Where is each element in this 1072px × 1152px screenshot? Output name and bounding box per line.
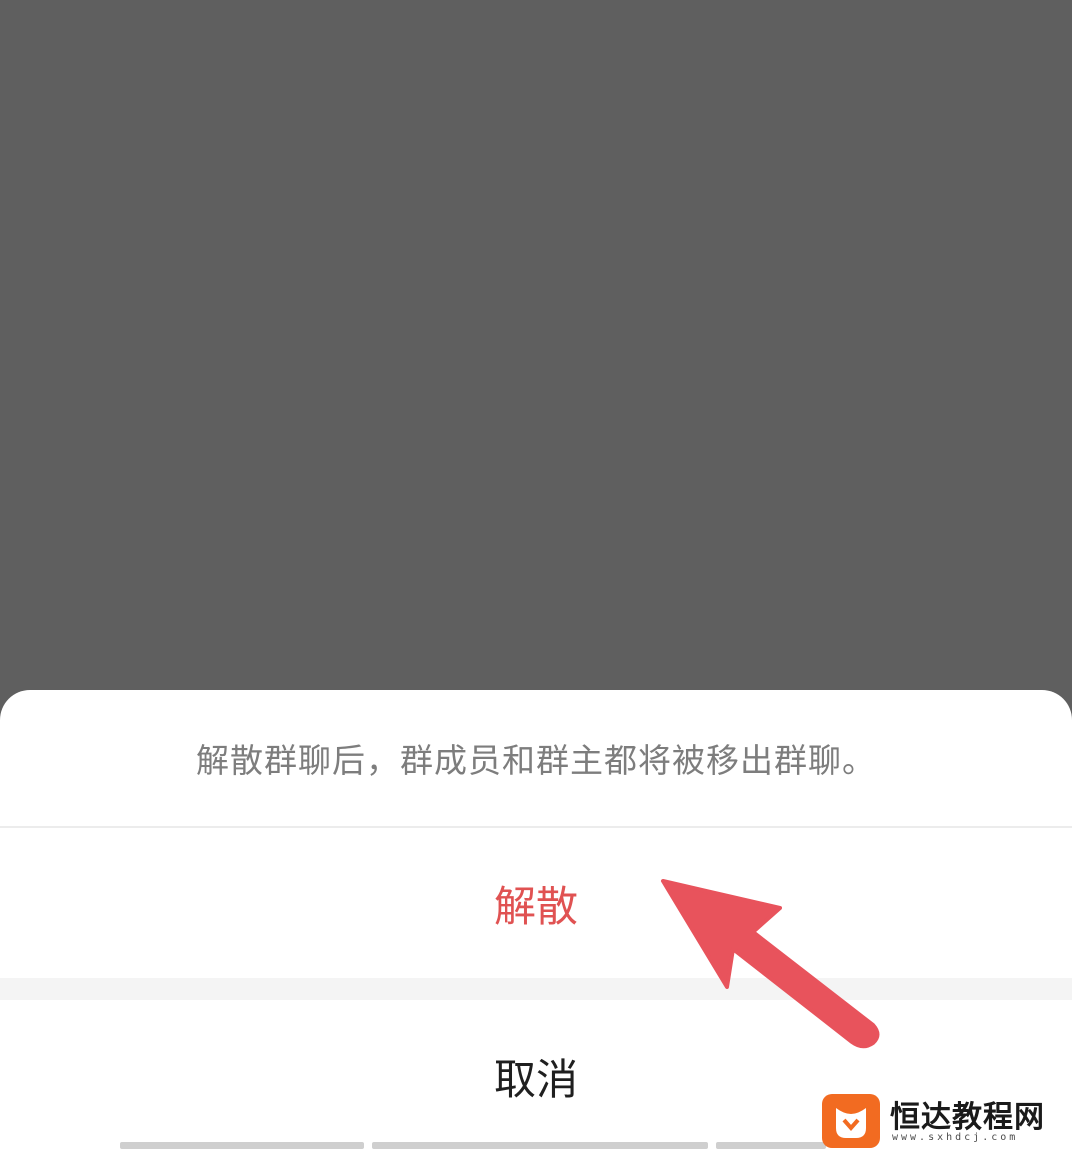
watermark-logo-icon <box>822 1094 880 1148</box>
divider <box>0 978 1072 1000</box>
dissolve-warning-message: 解散群聊后，群成员和群主都将被移出群聊。 <box>0 690 1072 828</box>
arrow-icon <box>661 879 880 1049</box>
watermark: 恒达教程网 www.sxhdcj.com <box>822 1090 1067 1150</box>
watermark-url: www.sxhdcj.com <box>892 1132 1019 1143</box>
dissolve-button[interactable]: 解散 <box>0 828 1072 978</box>
watermark-site-name: 恒达教程网 <box>890 1100 1045 1135</box>
action-sheet: 解散群聊后，群成员和群主都将被移出群聊。 解散 取消 <box>0 690 1072 1152</box>
